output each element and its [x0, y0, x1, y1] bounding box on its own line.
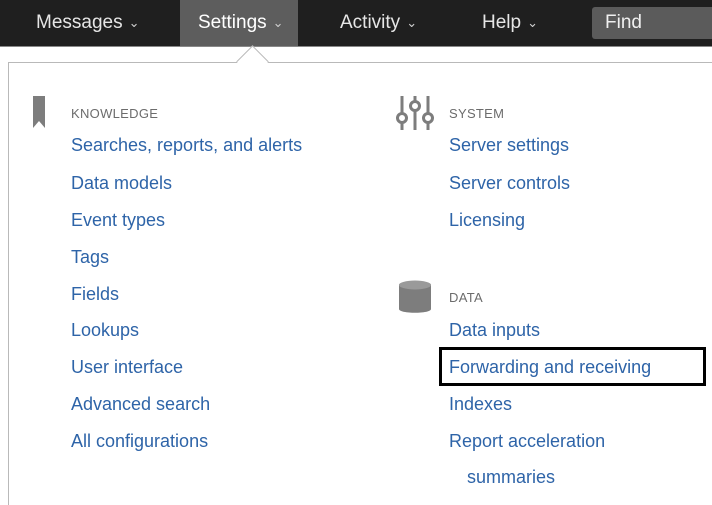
chevron-down-icon: ⌄ [272, 15, 284, 30]
nav-help[interactable]: Help ⌄ [482, 0, 538, 46]
link-searches-reports-alerts[interactable]: Searches, reports, and alerts [71, 135, 302, 156]
link-server-controls[interactable]: Server controls [449, 173, 570, 194]
link-server-settings[interactable]: Server settings [449, 135, 569, 156]
nav-activity-label: Activity [340, 12, 401, 33]
bookmark-icon [33, 96, 45, 128]
sliders-icon [396, 96, 434, 130]
link-event-types[interactable]: Event types [71, 210, 165, 231]
link-tags[interactable]: Tags [71, 247, 109, 268]
data-heading: DATA [449, 290, 483, 305]
find-input[interactable]: Find [592, 7, 712, 39]
link-data-inputs[interactable]: Data inputs [449, 320, 540, 341]
dropdown-panel-border [8, 62, 712, 63]
chevron-down-icon: ⌄ [527, 15, 538, 30]
nav-settings[interactable]: Settings ⌄ [180, 0, 298, 46]
link-indexes[interactable]: Indexes [449, 394, 512, 415]
system-heading: SYSTEM [449, 106, 505, 121]
nav-messages[interactable]: Messages ⌄ [32, 0, 144, 46]
link-all-configurations[interactable]: All configurations [71, 431, 208, 452]
highlight-box [439, 347, 706, 386]
link-data-models[interactable]: Data models [71, 173, 172, 194]
find-label: Find [605, 12, 642, 33]
chevron-down-icon: ⌄ [406, 15, 418, 30]
nav-activity[interactable]: Activity ⌄ [340, 0, 417, 46]
chevron-down-icon: ⌄ [128, 15, 140, 30]
nav-help-label: Help [482, 12, 522, 33]
dropdown-caret [236, 45, 269, 78]
top-nav-bar: Messages ⌄ Settings ⌄ Activity ⌄ Help ⌄ … [0, 0, 712, 47]
link-lookups[interactable]: Lookups [71, 320, 139, 341]
nav-messages-label: Messages [36, 12, 123, 33]
link-report-acceleration[interactable]: Report acceleration [449, 431, 605, 452]
link-fields[interactable]: Fields [71, 284, 119, 305]
link-licensing[interactable]: Licensing [449, 210, 525, 231]
link-advanced-search[interactable]: Advanced search [71, 394, 210, 415]
knowledge-heading: KNOWLEDGE [71, 106, 159, 121]
link-report-acceleration-summaries[interactable]: summaries [467, 467, 555, 488]
link-user-interface[interactable]: User interface [71, 357, 183, 378]
dropdown-panel-left-border [8, 62, 9, 505]
nav-settings-label: Settings [198, 12, 267, 33]
database-icon [399, 280, 431, 313]
